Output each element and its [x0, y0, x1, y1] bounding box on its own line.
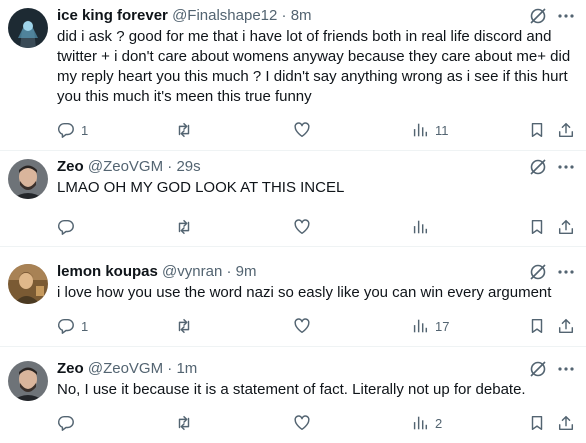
share-button[interactable]: [557, 316, 575, 336]
views-icon: [413, 319, 428, 333]
share-icon: [558, 415, 574, 431]
bookmark-icon: [531, 318, 543, 334]
separator: ·: [167, 360, 173, 377]
retweet-icon: [178, 318, 190, 334]
reply-button[interactable]: 1: [57, 120, 88, 140]
reply-button[interactable]: 1: [57, 316, 88, 336]
views-icon: [413, 220, 428, 234]
more-icon[interactable]: [556, 359, 576, 379]
tweet-text: LMAO OH MY GOD LOOK AT THIS INCEL: [57, 179, 345, 196]
grok-icon[interactable]: [528, 6, 548, 26]
handle[interactable]: @vynran: [162, 263, 222, 280]
avatar[interactable]: [8, 361, 48, 401]
retweet-button[interactable]: [175, 413, 199, 433]
reply-icon: [58, 318, 74, 334]
share-icon: [558, 122, 574, 138]
bookmark-button[interactable]: [528, 217, 546, 237]
reply-icon: [58, 122, 74, 138]
views-button[interactable]: 11: [411, 120, 449, 140]
reply-count: 1: [81, 122, 89, 138]
views-button[interactable]: [411, 217, 435, 237]
reply-count: 1: [81, 318, 89, 334]
action-bar: 2: [57, 413, 577, 433]
views-count: 11: [435, 122, 449, 138]
retweet-icon: [178, 219, 190, 235]
timestamp[interactable]: 8m: [291, 7, 312, 24]
tweet[interactable]: lemon koupas @vynran · 9m i love how you…: [0, 256, 586, 347]
bookmark-icon: [531, 122, 543, 138]
retweet-icon: [178, 415, 190, 431]
retweet-button[interactable]: [175, 316, 199, 336]
display-name[interactable]: ice king forever: [57, 7, 168, 24]
bookmark-icon: [531, 219, 543, 235]
like-button[interactable]: [293, 120, 317, 140]
tweet-header: ice king forever @Finalshape12 · 8m: [57, 6, 312, 26]
tweet[interactable]: Zeo @ZeoVGM · 29s LMAO OH MY GOD LOOK AT…: [0, 151, 586, 247]
views-button[interactable]: 2: [411, 413, 442, 433]
separator: ·: [226, 263, 232, 280]
more-icon[interactable]: [556, 6, 576, 26]
like-icon: [294, 415, 310, 431]
like-icon: [294, 122, 310, 138]
action-bar: 1 11: [57, 120, 577, 140]
display-name[interactable]: lemon koupas: [57, 263, 158, 280]
reply-button[interactable]: [57, 217, 81, 237]
views-icon: [413, 416, 428, 430]
reply-icon: [58, 219, 74, 235]
like-button[interactable]: [293, 217, 317, 237]
separator: ·: [281, 7, 287, 24]
avatar[interactable]: [8, 264, 48, 304]
bookmark-button[interactable]: [528, 413, 546, 433]
like-button[interactable]: [293, 316, 317, 336]
tweet[interactable]: ice king forever @Finalshape12 · 8m did …: [0, 0, 586, 151]
reply-icon: [58, 415, 74, 431]
bookmark-button[interactable]: [528, 120, 546, 140]
tweet-header: Zeo @ZeoVGM · 29s: [57, 157, 201, 177]
timestamp[interactable]: 9m: [236, 263, 257, 280]
handle[interactable]: @ZeoVGM: [88, 360, 163, 377]
share-icon: [558, 318, 574, 334]
like-icon: [294, 219, 310, 235]
separator: ·: [167, 158, 173, 175]
bookmark-icon: [531, 415, 543, 431]
views-button[interactable]: 17: [411, 316, 449, 336]
grok-icon[interactable]: [528, 157, 548, 177]
more-icon[interactable]: [556, 262, 576, 282]
handle[interactable]: @Finalshape12: [172, 7, 277, 24]
share-button[interactable]: [557, 120, 575, 140]
action-bar: 1 17: [57, 316, 577, 336]
tweet-header: lemon koupas @vynran · 9m: [57, 262, 256, 282]
tweet-text: did i ask ? good for me that i have lot …: [57, 28, 571, 105]
avatar[interactable]: [8, 159, 48, 199]
retweet-button[interactable]: [175, 120, 199, 140]
share-button[interactable]: [557, 413, 575, 433]
grok-icon[interactable]: [528, 262, 548, 282]
tweet[interactable]: Zeo @ZeoVGM · 1m No, I use it because it…: [0, 353, 586, 443]
share-button[interactable]: [557, 217, 575, 237]
grok-icon[interactable]: [528, 359, 548, 379]
tweet-text: i love how you use the word nazi so easl…: [57, 284, 552, 301]
like-button[interactable]: [293, 413, 317, 433]
avatar[interactable]: [8, 8, 48, 48]
display-name[interactable]: Zeo: [57, 158, 84, 175]
share-icon: [558, 219, 574, 235]
tweet-header: Zeo @ZeoVGM · 1m: [57, 359, 197, 379]
like-icon: [294, 318, 310, 334]
views-icon: [413, 123, 428, 137]
tweet-text: No, I use it because it is a statement o…: [57, 381, 526, 398]
handle[interactable]: @ZeoVGM: [88, 158, 163, 175]
action-bar: [57, 217, 577, 237]
timestamp[interactable]: 29s: [176, 158, 200, 175]
reply-button[interactable]: [57, 413, 81, 433]
views-count: 17: [435, 318, 450, 334]
timestamp[interactable]: 1m: [176, 360, 197, 377]
views-count: 2: [435, 415, 443, 431]
retweet-button[interactable]: [175, 217, 199, 237]
more-icon[interactable]: [556, 157, 576, 177]
display-name[interactable]: Zeo: [57, 360, 84, 377]
bookmark-button[interactable]: [528, 316, 546, 336]
retweet-icon: [178, 122, 190, 138]
